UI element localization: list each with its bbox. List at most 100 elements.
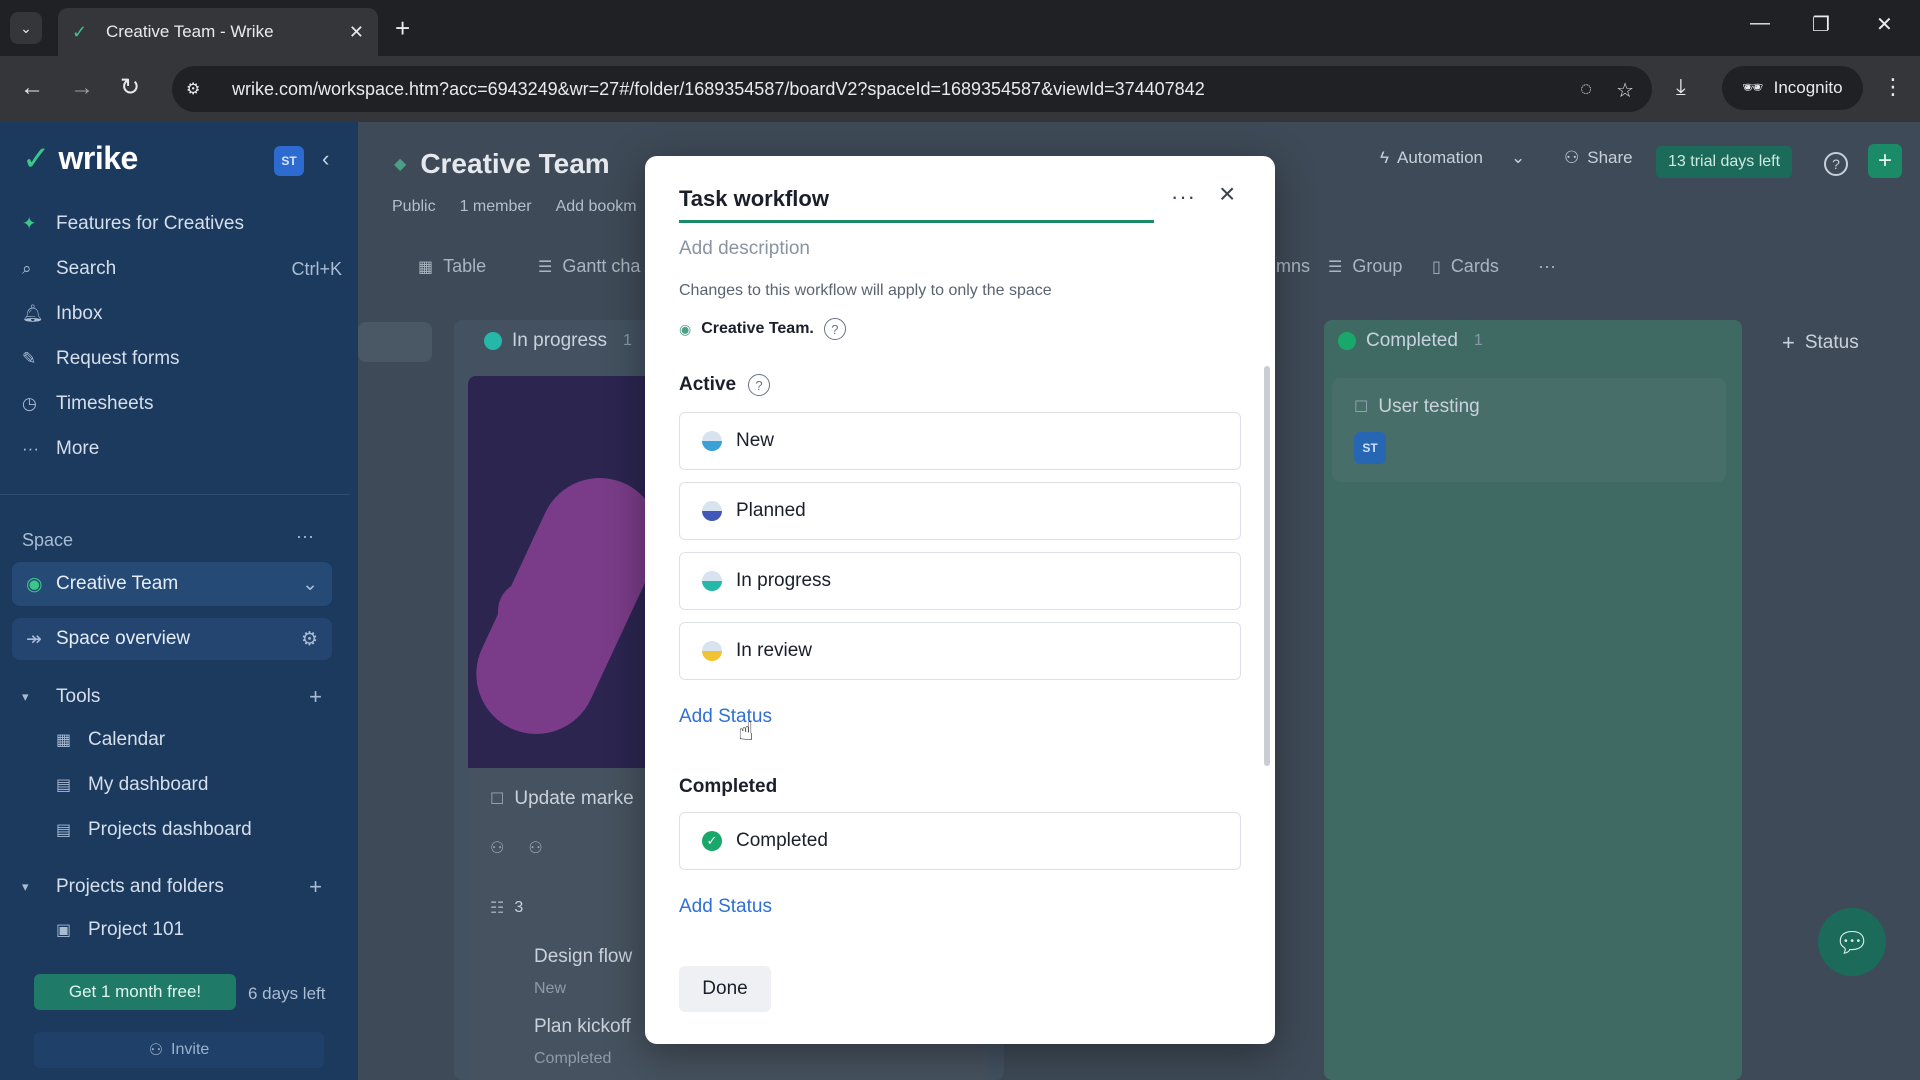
status-label: In progress: [736, 570, 832, 591]
avatar[interactable]: ST: [1354, 432, 1386, 464]
chat-icon[interactable]: 💬︎: [1818, 908, 1886, 976]
nav-request-forms[interactable]: ✎ Request forms: [22, 343, 342, 375]
more-options-icon[interactable]: ···: [1171, 184, 1196, 210]
browser-tab[interactable]: ✓ Creative Team - Wrike ✕: [58, 8, 378, 56]
assign-icon[interactable]: ⚇: [490, 838, 504, 858]
gantt-icon: ☰: [538, 258, 553, 276]
members-label[interactable]: 1 member: [460, 198, 532, 216]
tool-projects-dashboard[interactable]: ▤ Projects dashboard: [56, 819, 252, 841]
tab-search-chevron-icon[interactable]: ⌄: [10, 12, 42, 44]
share-button[interactable]: ⚇ Share: [1564, 148, 1633, 168]
help-icon[interactable]: ?: [1824, 152, 1848, 176]
cards-button[interactable]: ▯ Cards: [1432, 256, 1499, 277]
space-options-icon[interactable]: ···: [296, 526, 314, 547]
reload-icon[interactable]: ↻: [120, 74, 140, 102]
download-icon[interactable]: ⤓: [1676, 74, 1686, 100]
tool-calendar[interactable]: ▦ Calendar: [56, 729, 165, 751]
window-close-icon[interactable]: ✕: [1876, 12, 1893, 37]
visibility-label[interactable]: Public: [392, 198, 436, 216]
task-card-title[interactable]: ☐ User testing: [1354, 396, 1480, 418]
project-101[interactable]: ▣ Project 101: [56, 919, 184, 941]
done-button[interactable]: Done: [679, 966, 771, 1012]
help-icon[interactable]: ?: [823, 318, 846, 340]
back-icon[interactable]: ←: [20, 74, 44, 102]
status-row-in-review[interactable]: In review: [679, 622, 1241, 680]
cards-icon: ▯: [1432, 258, 1441, 276]
omnibox[interactable]: ⚙ wrike.com/workspace.htm?acc=6943249&wr…: [172, 66, 1652, 112]
status-row-in-progress[interactable]: In progress: [679, 552, 1241, 610]
create-button[interactable]: +: [1868, 144, 1902, 178]
projects-header[interactable]: ▾ Projects and folders +: [22, 874, 322, 900]
tools-header[interactable]: ▾ Tools +: [22, 684, 322, 710]
help-icon[interactable]: ?: [748, 374, 771, 396]
subtask-counter[interactable]: ☷ 3: [490, 898, 523, 918]
forward-icon[interactable]: →: [70, 74, 94, 102]
invite-button[interactable]: ⚇ Invite: [34, 1032, 324, 1068]
chevron-down-icon: ⌄: [1511, 148, 1526, 167]
subtask-item[interactable]: Design flow: [534, 946, 632, 968]
url-text[interactable]: wrike.com/workspace.htm?acc=6943249&wr=2…: [232, 79, 1205, 100]
avatar[interactable]: ST: [274, 146, 304, 176]
task-icon: ☐: [490, 791, 505, 808]
task-card-title[interactable]: ☐ Update marke: [490, 788, 634, 810]
group-button[interactable]: ☰ Group: [1328, 256, 1402, 277]
nav-timesheets[interactable]: ◷ Timesheets: [22, 388, 342, 420]
close-icon[interactable]: ×: [1219, 178, 1235, 210]
space-icon: ◉: [26, 573, 43, 595]
group-icon: ☰: [1328, 258, 1343, 276]
bookmark-star-icon[interactable]: ☆: [1616, 78, 1634, 103]
automation-button[interactable]: ϟ Automation ⌄: [1380, 148, 1525, 168]
dialog-title[interactable]: Task workflow: [679, 186, 829, 212]
incognito-badge[interactable]: 🕶 Incognito: [1722, 66, 1863, 110]
browser-menu-icon[interactable]: ⋮: [1882, 74, 1904, 100]
add-tool-icon[interactable]: +: [309, 684, 322, 710]
caret-down-icon: ▾: [22, 879, 29, 894]
tab-gantt[interactable]: ☰ Gantt cha: [538, 256, 640, 277]
dialog-scrollbar-thumb[interactable]: [1264, 366, 1270, 766]
collapse-sidebar-icon[interactable]: ‹: [322, 146, 329, 172]
subtask-item[interactable]: Plan kickoff: [534, 1016, 631, 1038]
tab-close-icon[interactable]: ✕: [349, 22, 364, 43]
add-bookmark-link[interactable]: Add bookm: [556, 198, 637, 216]
eye-off-icon[interactable]: ◌: [1580, 78, 1592, 103]
status-row-completed[interactable]: ✓ Completed: [679, 812, 1241, 870]
status-row-planned[interactable]: Planned: [679, 482, 1241, 540]
trial-badge[interactable]: 13 trial days left: [1656, 146, 1793, 178]
status-label: Planned: [736, 500, 806, 521]
nav-search[interactable]: ⌕ Search Ctrl+K: [22, 253, 342, 285]
projects-label: Projects and folders: [56, 876, 224, 897]
space-selector[interactable]: ◉ Creative Team ⌄: [12, 562, 332, 606]
space-reference-name: Creative Team.: [701, 320, 814, 337]
status-row-new[interactable]: New: [679, 412, 1241, 470]
columns-button[interactable]: mns: [1276, 256, 1310, 277]
tools-label: Tools: [56, 686, 101, 707]
site-settings-icon[interactable]: ⚙: [186, 79, 212, 99]
minimize-icon[interactable]: —: [1750, 12, 1770, 35]
nav-more[interactable]: ··· More: [22, 433, 342, 465]
restore-icon[interactable]: ❐: [1812, 12, 1830, 37]
new-tab-icon[interactable]: +: [395, 14, 410, 42]
tab-table[interactable]: ▦ Table: [418, 256, 486, 277]
nav-features-for-creatives[interactable]: ✦ Features for Creatives: [22, 208, 342, 240]
add-status-label: Status: [1804, 332, 1859, 353]
task-icon: ☐: [1354, 399, 1369, 416]
gear-icon[interactable]: ⚙: [301, 628, 318, 651]
add-project-icon[interactable]: +: [309, 874, 322, 900]
add-status-column-button[interactable]: + Status: [1782, 330, 1859, 356]
add-active-status-link[interactable]: Add Status: [679, 706, 772, 728]
add-description-field[interactable]: Add description: [679, 238, 810, 260]
add-completed-status-link[interactable]: Add Status: [679, 896, 772, 918]
task-card[interactable]: [1332, 378, 1726, 482]
column-header-in-progress[interactable]: In progress 1: [484, 330, 632, 352]
nav-inbox[interactable]: 🔔︎ Inbox: [22, 298, 342, 330]
assign-icon[interactable]: ⚇: [528, 838, 542, 858]
page-title-text: Creative Team: [420, 148, 610, 179]
user-icon: ⚇: [1564, 148, 1580, 167]
tool-my-dashboard[interactable]: ▤ My dashboard: [56, 774, 208, 796]
space-overview[interactable]: ↠ Space overview ⚙: [12, 618, 332, 660]
column-count: 1: [623, 332, 632, 349]
wrike-logo[interactable]: ✓ wrike: [22, 140, 138, 177]
column-header-completed[interactable]: Completed 1: [1338, 330, 1483, 352]
get-free-month-button[interactable]: Get 1 month free!: [34, 974, 236, 1010]
view-options-icon[interactable]: ···: [1538, 256, 1556, 277]
